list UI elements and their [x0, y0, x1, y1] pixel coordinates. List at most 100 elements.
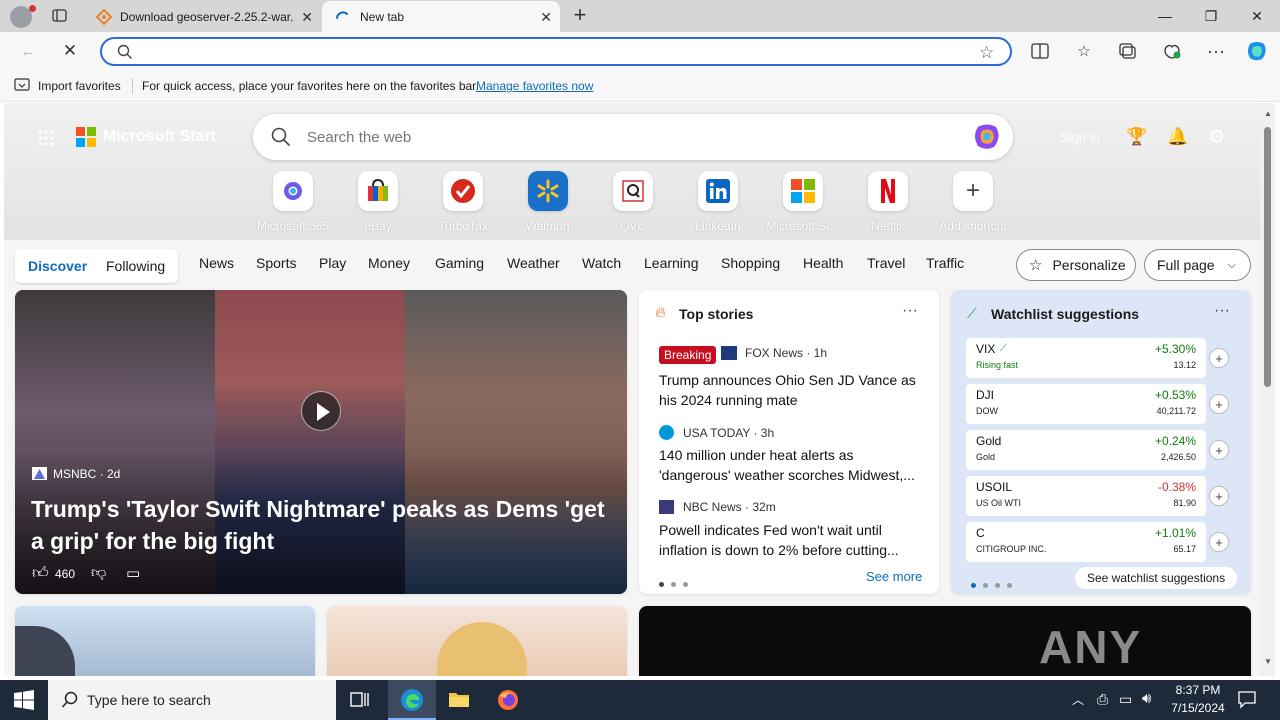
taskbar-time[interactable]: 8:37 PM: [1168, 683, 1228, 697]
notifications-bell-icon[interactable]: 🔔: [1167, 127, 1188, 147]
taskbar-date[interactable]: 7/15/2024: [1164, 701, 1232, 715]
scroll-up-arrow-icon[interactable]: ▲: [1264, 109, 1272, 118]
profile-avatar[interactable]: [10, 5, 36, 28]
nav-news[interactable]: News: [199, 255, 234, 271]
firefox-icon[interactable]: [497, 689, 519, 711]
shortcut-add[interactable]: + Add shortcut: [930, 171, 1016, 233]
tab-actions-icon[interactable]: [50, 7, 70, 25]
tab-new-tab[interactable]: New tab ✕: [322, 1, 560, 32]
close-window-button[interactable]: ✕: [1234, 0, 1280, 32]
stop-loading-button[interactable]: ✕: [58, 40, 82, 62]
story-title[interactable]: Powell indicates Fed won't wait until in…: [659, 520, 925, 560]
taskbar-edge-button[interactable]: [388, 680, 436, 720]
shortcut-microsoft-store[interactable]: Microsoft St...: [760, 171, 846, 233]
tab-following[interactable]: Following: [106, 258, 165, 274]
add-to-watchlist-button[interactable]: +: [1209, 486, 1229, 506]
shortcut-microsoft-365[interactable]: Microsoft 365: [250, 171, 336, 233]
file-explorer-icon[interactable]: [448, 689, 470, 709]
more-options-icon[interactable]: ···: [1214, 302, 1230, 320]
volume-icon[interactable]: 🔊︎: [1142, 690, 1151, 707]
restore-button[interactable]: ❐: [1188, 0, 1234, 32]
add-to-watchlist-button[interactable]: +: [1209, 440, 1229, 460]
nav-traffic[interactable]: Traffic: [926, 255, 964, 271]
nav-watch[interactable]: Watch: [582, 255, 621, 271]
nav-money[interactable]: Money: [368, 255, 410, 271]
minimize-button[interactable]: —: [1142, 0, 1188, 32]
carousel-dots[interactable]: [659, 574, 695, 592]
nav-play[interactable]: Play: [319, 255, 346, 271]
see-more-link[interactable]: See more: [866, 569, 922, 584]
rewards-icon[interactable]: 🏆: [1126, 127, 1147, 147]
add-to-watchlist-button[interactable]: +: [1209, 394, 1229, 414]
browser-essentials-icon[interactable]: [1160, 40, 1184, 62]
copilot-icon[interactable]: [971, 123, 1003, 151]
hero-story-title[interactable]: Trump's 'Taylor Swift Nightmare' peaks a…: [31, 493, 615, 557]
settings-menu-button[interactable]: ···: [1204, 40, 1228, 62]
nav-sports[interactable]: Sports: [256, 255, 296, 271]
brand-title[interactable]: Microsoft Start: [103, 128, 216, 146]
taskbar-search-box[interactable]: Type here to search: [48, 680, 336, 720]
page-scrollbar[interactable]: ▲ ▼: [1260, 103, 1275, 676]
scrollbar-thumb[interactable]: [1264, 127, 1271, 387]
carousel-dots[interactable]: [971, 575, 1019, 593]
layout-dropdown[interactable]: Full page ⌵: [1144, 249, 1251, 281]
watchlist-item[interactable]: DJI DOW +0.53% 40,211.72: [966, 384, 1206, 424]
close-tab-icon[interactable]: ✕: [540, 9, 552, 26]
shortcut-ebay[interactable]: eBay: [335, 171, 421, 233]
video-card[interactable]: ANY RUN: [639, 606, 1251, 676]
add-to-watchlist-button[interactable]: +: [1209, 348, 1229, 368]
nav-learning[interactable]: Learning: [644, 255, 699, 271]
favorites-icon[interactable]: ☆: [1072, 40, 1096, 62]
watchlist-item[interactable]: USOIL US Oil WTI -0.38% 81.90: [966, 476, 1206, 516]
page-settings-icon[interactable]: ⚙: [1208, 126, 1225, 149]
story-title[interactable]: 140 million under heat alerts as 'danger…: [659, 445, 925, 485]
shortcut-linkedin[interactable]: LinkedIn: [675, 171, 761, 233]
copilot-icon[interactable]: [1245, 40, 1269, 62]
task-view-icon[interactable]: [350, 690, 370, 710]
more-options-icon[interactable]: ···: [902, 302, 918, 320]
windows-start-icon[interactable]: [14, 690, 34, 710]
hide-comments-icon[interactable]: ▭: [126, 564, 140, 582]
close-tab-icon[interactable]: ✕: [301, 9, 313, 26]
see-watchlist-suggestions-button[interactable]: See watchlist suggestions: [1075, 567, 1238, 589]
tab-download-geoserver[interactable]: Download geoserver-2.25.2-war.zip ✕: [84, 1, 321, 32]
play-video-button[interactable]: [301, 391, 341, 431]
address-bar[interactable]: ☆: [100, 37, 1012, 66]
notifications-icon[interactable]: [1237, 689, 1257, 709]
new-tab-button[interactable]: +: [568, 4, 592, 28]
address-input[interactable]: [148, 43, 948, 61]
watchlist-item[interactable]: C CITIGROUP INC. +1.01% 65.17: [966, 522, 1206, 562]
hero-story-card[interactable]: MSNBC · 2d Trump's 'Taylor Swift Nightma…: [15, 290, 627, 594]
show-hidden-icons-chevron-icon[interactable]: ︿: [1072, 691, 1084, 708]
story-card[interactable]: [15, 606, 315, 676]
nav-gaming[interactable]: Gaming: [435, 255, 484, 271]
web-search-box[interactable]: [253, 114, 1013, 160]
shortcut-qvc[interactable]: QVC: [590, 171, 676, 233]
sign-in-button[interactable]: Sign in: [1060, 130, 1100, 145]
dislike-icon[interactable]: 👎︎: [91, 564, 106, 582]
shortcut-netflix[interactable]: Netflix: [845, 171, 931, 233]
nav-shopping[interactable]: Shopping: [721, 255, 780, 271]
shortcut-walmart[interactable]: Walmart: [505, 171, 591, 233]
scroll-down-arrow-icon[interactable]: ▼: [1264, 657, 1272, 666]
story-title[interactable]: Trump announces Ohio Sen JD Vance as his…: [659, 370, 925, 410]
add-favorite-star-icon[interactable]: ☆: [979, 43, 994, 63]
device-icon[interactable]: ⎙: [1097, 691, 1108, 708]
watchlist-item[interactable]: Gold Gold +0.24% 2,426.50: [966, 430, 1206, 470]
shortcut-turbotax[interactable]: TurboTax: [420, 171, 506, 233]
manage-favorites-link[interactable]: Manage favorites now: [476, 79, 593, 93]
collections-icon[interactable]: [1116, 40, 1140, 62]
app-launcher-icon[interactable]: [38, 130, 54, 146]
story-card[interactable]: [327, 606, 627, 676]
split-screen-icon[interactable]: [1028, 40, 1052, 62]
like-icon[interactable]: 👍︎: [32, 564, 49, 583]
back-button[interactable]: ←: [16, 40, 40, 62]
personalize-button[interactable]: ☆ Personalize: [1016, 249, 1136, 281]
web-search-input[interactable]: [307, 127, 907, 147]
import-favorites-button[interactable]: Import favorites: [38, 79, 121, 93]
network-icon[interactable]: ▭: [1119, 691, 1132, 708]
nav-travel[interactable]: Travel: [867, 255, 905, 271]
add-to-watchlist-button[interactable]: +: [1209, 532, 1229, 552]
watchlist-item[interactable]: VIX ⟋ Rising fast +5.30% 13.12: [966, 338, 1206, 378]
nav-weather[interactable]: Weather: [507, 255, 560, 271]
